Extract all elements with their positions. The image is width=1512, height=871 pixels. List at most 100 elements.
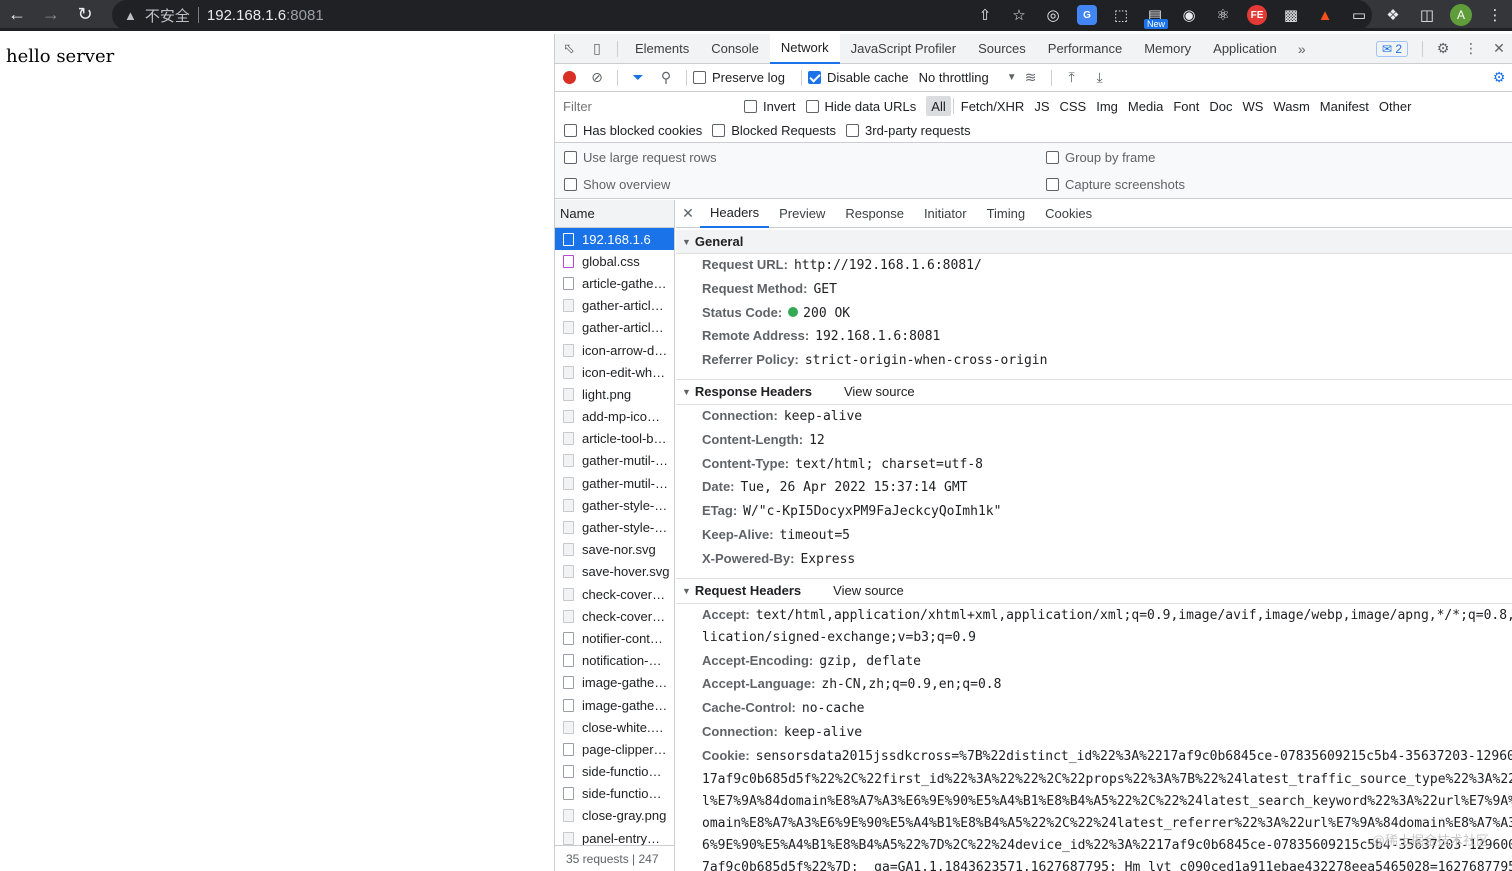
blocked-requests-checkbox[interactable]: Blocked Requests: [712, 123, 836, 138]
checkbox-box[interactable]: [807, 71, 821, 84]
request-row[interactable]: icon-arrow-d…: [555, 339, 674, 361]
checkbox-box[interactable]: [564, 178, 577, 191]
request-row[interactable]: save-nor.svg: [555, 539, 674, 561]
request-row[interactable]: light.png: [555, 383, 674, 405]
filter-type-all[interactable]: All: [926, 96, 951, 116]
menu-kebab-icon[interactable]: ⋮: [1478, 0, 1512, 30]
back-icon[interactable]: ←: [0, 0, 34, 29]
request-row[interactable]: image-gathe…: [555, 694, 674, 716]
filter-type-media[interactable]: Media: [1123, 96, 1168, 116]
checkbox-box[interactable]: [744, 99, 757, 113]
tab-console[interactable]: Console: [700, 34, 770, 64]
blocked-cookies-checkbox[interactable]: Has blocked cookies: [564, 123, 702, 138]
request-row[interactable]: gather-mutil-…: [555, 472, 674, 494]
react-devtools-icon[interactable]: ⚛: [1206, 0, 1240, 30]
request-row[interactable]: close-white.…: [555, 716, 674, 738]
request-row[interactable]: check-cover…: [555, 605, 674, 627]
large-rows-checkbox[interactable]: Use large request rows: [564, 150, 717, 165]
disable-cache-checkbox[interactable]: Disable cache: [807, 70, 909, 85]
more-tabs-icon[interactable]: »: [1288, 35, 1316, 63]
filter-type-img[interactable]: Img: [1091, 96, 1123, 116]
tab-preview[interactable]: Preview: [769, 200, 835, 228]
fe-helper-icon[interactable]: FE: [1240, 0, 1274, 30]
tab-sources[interactable]: Sources: [967, 34, 1037, 64]
throttling-select[interactable]: No throttling ▼: [919, 70, 1017, 85]
view-source-link[interactable]: View source: [833, 583, 904, 598]
response-headers-section-header[interactable]: ▼ Response Headers View source: [676, 378, 1512, 405]
tab-network[interactable]: Network: [769, 33, 840, 64]
request-row[interactable]: save-hover.svg: [555, 561, 674, 583]
general-section-header[interactable]: ▼ General: [676, 230, 1512, 254]
settings-gear-icon[interactable]: ⚙: [1429, 35, 1457, 63]
share-icon[interactable]: ⇧: [968, 0, 1002, 30]
translate-icon[interactable]: G: [1070, 0, 1104, 30]
request-row[interactable]: check-cover…: [555, 583, 674, 605]
tab-memory[interactable]: Memory: [1133, 34, 1202, 64]
request-row[interactable]: notifier-cont…: [555, 627, 674, 649]
tab-cookies[interactable]: Cookies: [1035, 200, 1102, 228]
filter-type-css[interactable]: CSS: [1055, 96, 1092, 116]
inspect-element-icon[interactable]: ⬁: [555, 35, 583, 63]
checkbox-box[interactable]: [564, 123, 577, 137]
checkbox-box[interactable]: [564, 150, 577, 164]
hide-data-urls-checkbox[interactable]: Hide data URLs: [805, 99, 916, 114]
third-party-checkbox[interactable]: 3rd-party requests: [846, 123, 971, 138]
forward-icon[interactable]: →: [34, 0, 68, 29]
checkbox-box[interactable]: [1046, 178, 1059, 191]
tab-application[interactable]: Application: [1202, 34, 1288, 64]
extensions-puzzle-icon[interactable]: ❖: [1376, 0, 1410, 30]
tab-performance[interactable]: Performance: [1037, 34, 1133, 64]
checkbox-box[interactable]: [846, 123, 860, 137]
name-column-header[interactable]: Name: [555, 200, 674, 228]
request-row[interactable]: page-clipper…: [555, 738, 674, 760]
filter-type-other[interactable]: Other: [1374, 96, 1417, 116]
filter-type-font[interactable]: Font: [1168, 96, 1204, 116]
request-row[interactable]: gather-articl…: [555, 295, 674, 317]
request-row[interactable]: gather-mutil-…: [555, 450, 674, 472]
checkbox-box[interactable]: [693, 71, 706, 84]
close-detail-icon[interactable]: ✕: [676, 200, 700, 228]
request-row[interactable]: 192.168.1.6: [555, 228, 674, 251]
extension-flame-icon[interactable]: ▲: [1308, 0, 1342, 30]
search-icon[interactable]: ⚲: [652, 64, 680, 92]
filter-type-wasm[interactable]: Wasm: [1268, 96, 1314, 116]
import-har-icon[interactable]: ⤒: [1058, 64, 1086, 92]
network-settings-icon[interactable]: ⚙: [1485, 64, 1512, 92]
filter-funnel-icon[interactable]: ⏷: [624, 64, 652, 92]
capture-screenshots-checkbox[interactable]: Capture screenshots: [1046, 177, 1185, 192]
filter-type-js[interactable]: JS: [1029, 96, 1054, 116]
request-row[interactable]: gather-style-…: [555, 494, 674, 516]
request-row[interactable]: notification-…: [555, 650, 674, 672]
id-extension-icon[interactable]: ▭: [1342, 0, 1376, 30]
preserve-log-checkbox[interactable]: Preserve log: [693, 70, 785, 85]
side-panel-icon[interactable]: ◫: [1410, 0, 1444, 30]
tab-initiator[interactable]: Initiator: [914, 200, 977, 228]
request-row[interactable]: side-functio…: [555, 783, 674, 805]
checkbox-box[interactable]: [712, 123, 726, 137]
extension-circle-icon[interactable]: ◉: [1172, 0, 1206, 30]
clear-icon[interactable]: ⊘: [583, 64, 611, 92]
extension-box-icon[interactable]: ▩: [1274, 0, 1308, 30]
request-row[interactable]: close-gray.png: [555, 805, 674, 827]
request-row[interactable]: add-mp-ico…: [555, 406, 674, 428]
request-row[interactable]: image-gathe…: [555, 672, 674, 694]
filter-type-doc[interactable]: Doc: [1204, 96, 1237, 116]
invert-checkbox[interactable]: Invert: [744, 99, 796, 114]
checkbox-box[interactable]: [1046, 150, 1059, 164]
reload-icon[interactable]: ↻: [68, 0, 102, 29]
filter-type-fetch-xhr[interactable]: Fetch/XHR: [956, 96, 1030, 116]
filter-type-ws[interactable]: WS: [1237, 96, 1268, 116]
record-icon[interactable]: [555, 64, 583, 92]
screenshot-extension-icon[interactable]: ⬚: [1104, 0, 1138, 30]
extension-target-icon[interactable]: ◎: [1036, 0, 1070, 30]
export-har-icon[interactable]: ⤓: [1086, 64, 1114, 92]
new-extension-icon[interactable]: ▤ New: [1138, 0, 1172, 30]
filter-type-manifest[interactable]: Manifest: [1315, 96, 1374, 116]
request-row[interactable]: article-tool-b…: [555, 428, 674, 450]
request-row[interactable]: gather-articl…: [555, 317, 674, 339]
view-source-link[interactable]: View source: [844, 384, 915, 399]
security-label[interactable]: 不安全: [145, 5, 190, 26]
close-devtools-icon[interactable]: ✕: [1485, 35, 1512, 63]
request-row[interactable]: global.css: [555, 250, 674, 272]
tab-response[interactable]: Response: [835, 200, 914, 228]
